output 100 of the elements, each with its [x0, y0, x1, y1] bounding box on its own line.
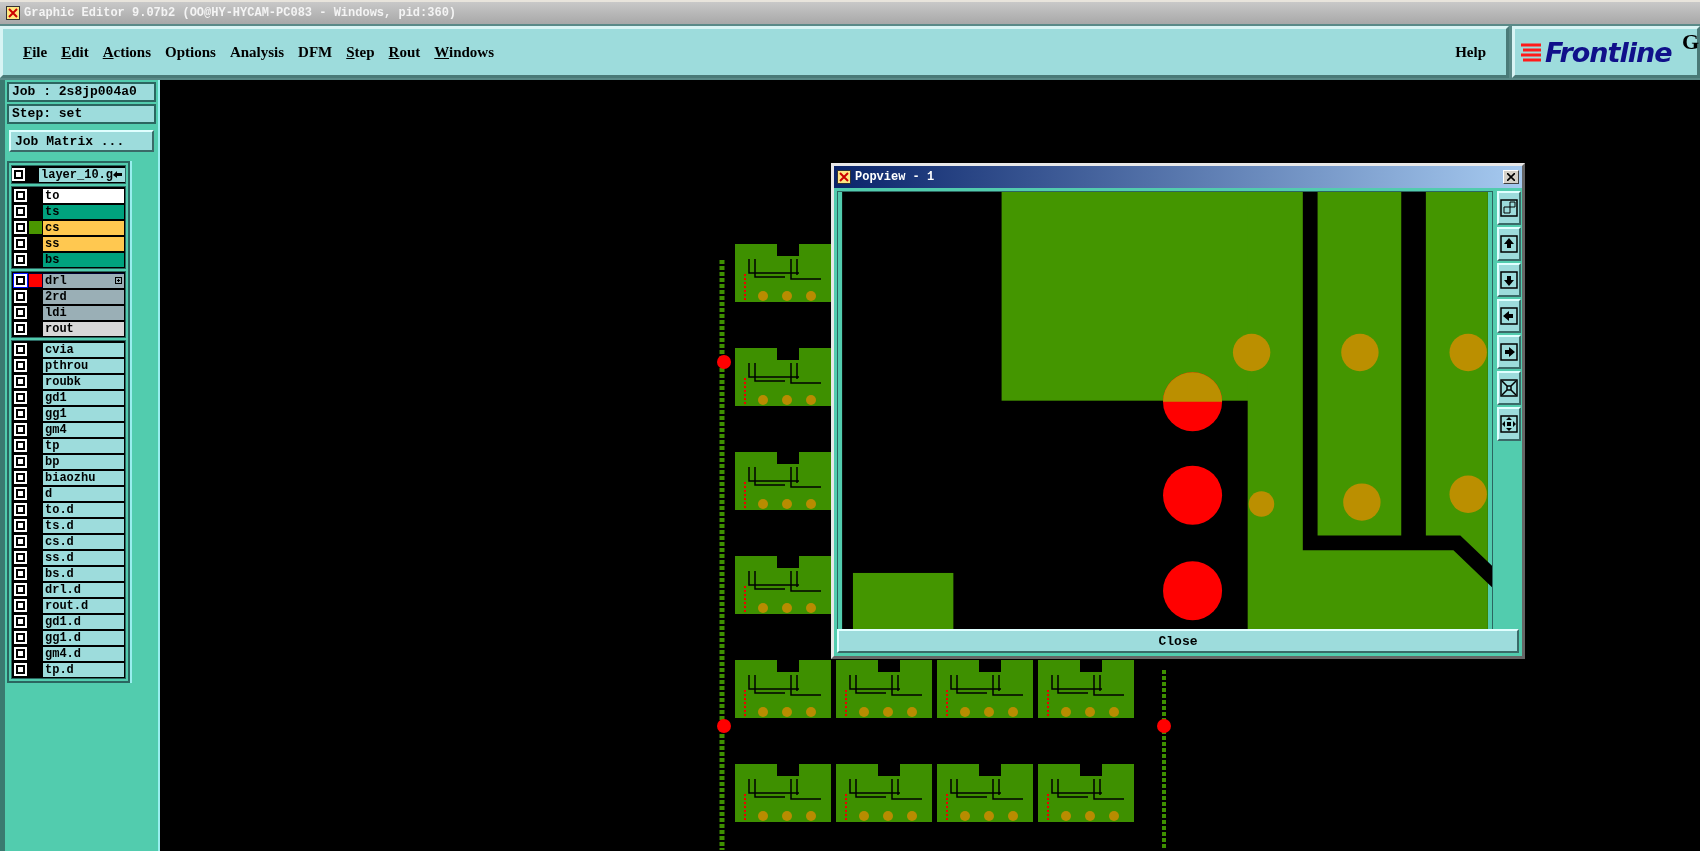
- layer-row[interactable]: cs.d: [13, 534, 124, 549]
- layer-checkbox[interactable]: [13, 662, 28, 677]
- layer-checkbox[interactable]: [13, 358, 28, 373]
- layer-checkbox[interactable]: [13, 550, 28, 565]
- layer-name[interactable]: roubk: [43, 374, 124, 389]
- layer-name[interactable]: ldi: [43, 305, 124, 320]
- layer-name[interactable]: rout: [43, 321, 124, 336]
- layer-row[interactable]: ldi: [13, 305, 124, 320]
- layer-name[interactable]: gm4: [43, 422, 124, 437]
- layer-row[interactable]: d: [13, 486, 124, 501]
- pan-left-button[interactable]: [1497, 299, 1521, 333]
- layer-row[interactable]: drl.d: [13, 582, 124, 597]
- menu-item[interactable]: Actions: [96, 41, 158, 63]
- layer-checkbox[interactable]: [13, 321, 28, 336]
- layer-row[interactable]: drl: [13, 273, 124, 288]
- layer-checkbox[interactable]: [13, 289, 28, 304]
- layer-checkbox[interactable]: [13, 204, 28, 219]
- pan-down-button[interactable]: [1497, 263, 1521, 297]
- layer-row[interactable]: tp: [13, 438, 124, 453]
- layer-checkbox[interactable]: [13, 273, 28, 288]
- zoom-fit-button[interactable]: [1497, 371, 1521, 405]
- layer-name[interactable]: bs: [43, 252, 124, 267]
- layer-checkbox[interactable]: [13, 390, 28, 405]
- layer-row[interactable]: gm4: [13, 422, 124, 437]
- layer-checkbox[interactable]: [13, 470, 28, 485]
- layer-name[interactable]: gg1.d: [43, 630, 124, 645]
- layer-name[interactable]: bs.d: [43, 566, 124, 581]
- layer-row[interactable]: tp.d: [13, 662, 124, 677]
- menu-item[interactable]: DFM: [292, 41, 339, 63]
- pan-up-button[interactable]: [1497, 227, 1521, 261]
- layer-checkbox[interactable]: [13, 188, 28, 203]
- layer-row[interactable]: cvia: [13, 342, 124, 357]
- layer-name[interactable]: ss.d: [43, 550, 124, 565]
- layer-row[interactable]: gm4.d: [13, 646, 124, 661]
- layer-checkbox[interactable]: [13, 454, 28, 469]
- layer-name[interactable]: 2rd: [43, 289, 124, 304]
- layer-row[interactable]: rout.d: [13, 598, 124, 613]
- layer-row[interactable]: cs: [13, 220, 124, 235]
- layer-checkbox[interactable]: [13, 646, 28, 661]
- menu-item[interactable]: File: [17, 41, 54, 63]
- layer-name[interactable]: layer_10.g: [39, 167, 125, 182]
- layer-row[interactable]: gg1.d: [13, 630, 124, 645]
- zoom-button[interactable]: [1497, 191, 1521, 225]
- layer-row[interactable]: to: [13, 188, 124, 203]
- close-button[interactable]: [1503, 170, 1519, 184]
- layer-name[interactable]: tp.d: [43, 662, 124, 677]
- close-button[interactable]: Close: [837, 629, 1519, 653]
- layer-name[interactable]: gd1: [43, 390, 124, 405]
- layer-checkbox[interactable]: [13, 534, 28, 549]
- layer-checkbox[interactable]: [13, 486, 28, 501]
- layer-name[interactable]: ts.d: [43, 518, 124, 533]
- layer-checkbox[interactable]: [13, 518, 28, 533]
- pan-right-button[interactable]: [1497, 335, 1521, 369]
- layer-name[interactable]: ss: [43, 236, 124, 251]
- layer-checkbox[interactable]: [13, 630, 28, 645]
- layer-row[interactable]: bp: [13, 454, 124, 469]
- menu-item[interactable]: Analysis: [223, 41, 291, 63]
- layer-checkbox[interactable]: [13, 422, 28, 437]
- layer-checkbox[interactable]: [13, 220, 28, 235]
- layer-name[interactable]: to: [43, 188, 124, 203]
- layer-row[interactable]: rout: [13, 321, 124, 336]
- layer-name[interactable]: cs.d: [43, 534, 124, 549]
- layer-checkbox[interactable]: [13, 167, 24, 182]
- layer-checkbox[interactable]: [13, 614, 28, 629]
- layer-checkbox[interactable]: [13, 236, 28, 251]
- layer-name[interactable]: gm4.d: [43, 646, 124, 661]
- layer-checkbox[interactable]: [13, 566, 28, 581]
- layer-checkbox[interactable]: [13, 305, 28, 320]
- layer-name[interactable]: rout.d: [43, 598, 124, 613]
- layer-row[interactable]: ss: [13, 236, 124, 251]
- layer-name[interactable]: d: [43, 486, 124, 501]
- layer-name[interactable]: ts: [43, 204, 124, 219]
- layer-name[interactable]: gd1.d: [43, 614, 124, 629]
- layer-checkbox[interactable]: [13, 438, 28, 453]
- layer-name[interactable]: drl: [43, 273, 124, 288]
- layer-row[interactable]: gd1.d: [13, 614, 124, 629]
- menu-item[interactable]: Windows: [428, 41, 501, 63]
- layer-name[interactable]: to.d: [43, 502, 124, 517]
- layer-row[interactable]: pthrou: [13, 358, 124, 373]
- menu-item[interactable]: Options: [159, 41, 222, 63]
- layer-name[interactable]: cvia: [43, 342, 124, 357]
- layer-name[interactable]: drl.d: [43, 582, 124, 597]
- layer-row[interactable]: layer_10.g: [13, 167, 124, 182]
- layer-row[interactable]: gg1: [13, 406, 124, 421]
- layer-row[interactable]: gd1: [13, 390, 124, 405]
- layer-name[interactable]: pthrou: [43, 358, 124, 373]
- menu-item[interactable]: Rout: [382, 41, 427, 63]
- menu-item[interactable]: Edit: [55, 41, 95, 63]
- help-menu[interactable]: Help: [1449, 41, 1492, 63]
- layer-row[interactable]: ts: [13, 204, 124, 219]
- layer-name[interactable]: biaozhu: [43, 470, 124, 485]
- layer-row[interactable]: bs.d: [13, 566, 124, 581]
- layer-checkbox[interactable]: [13, 598, 28, 613]
- layer-name[interactable]: tp: [43, 438, 124, 453]
- layer-name[interactable]: bp: [43, 454, 124, 469]
- layer-name[interactable]: gg1: [43, 406, 124, 421]
- layer-row[interactable]: ss.d: [13, 550, 124, 565]
- layer-checkbox[interactable]: [13, 342, 28, 357]
- layer-row[interactable]: roubk: [13, 374, 124, 389]
- pan-center-button[interactable]: [1497, 407, 1521, 441]
